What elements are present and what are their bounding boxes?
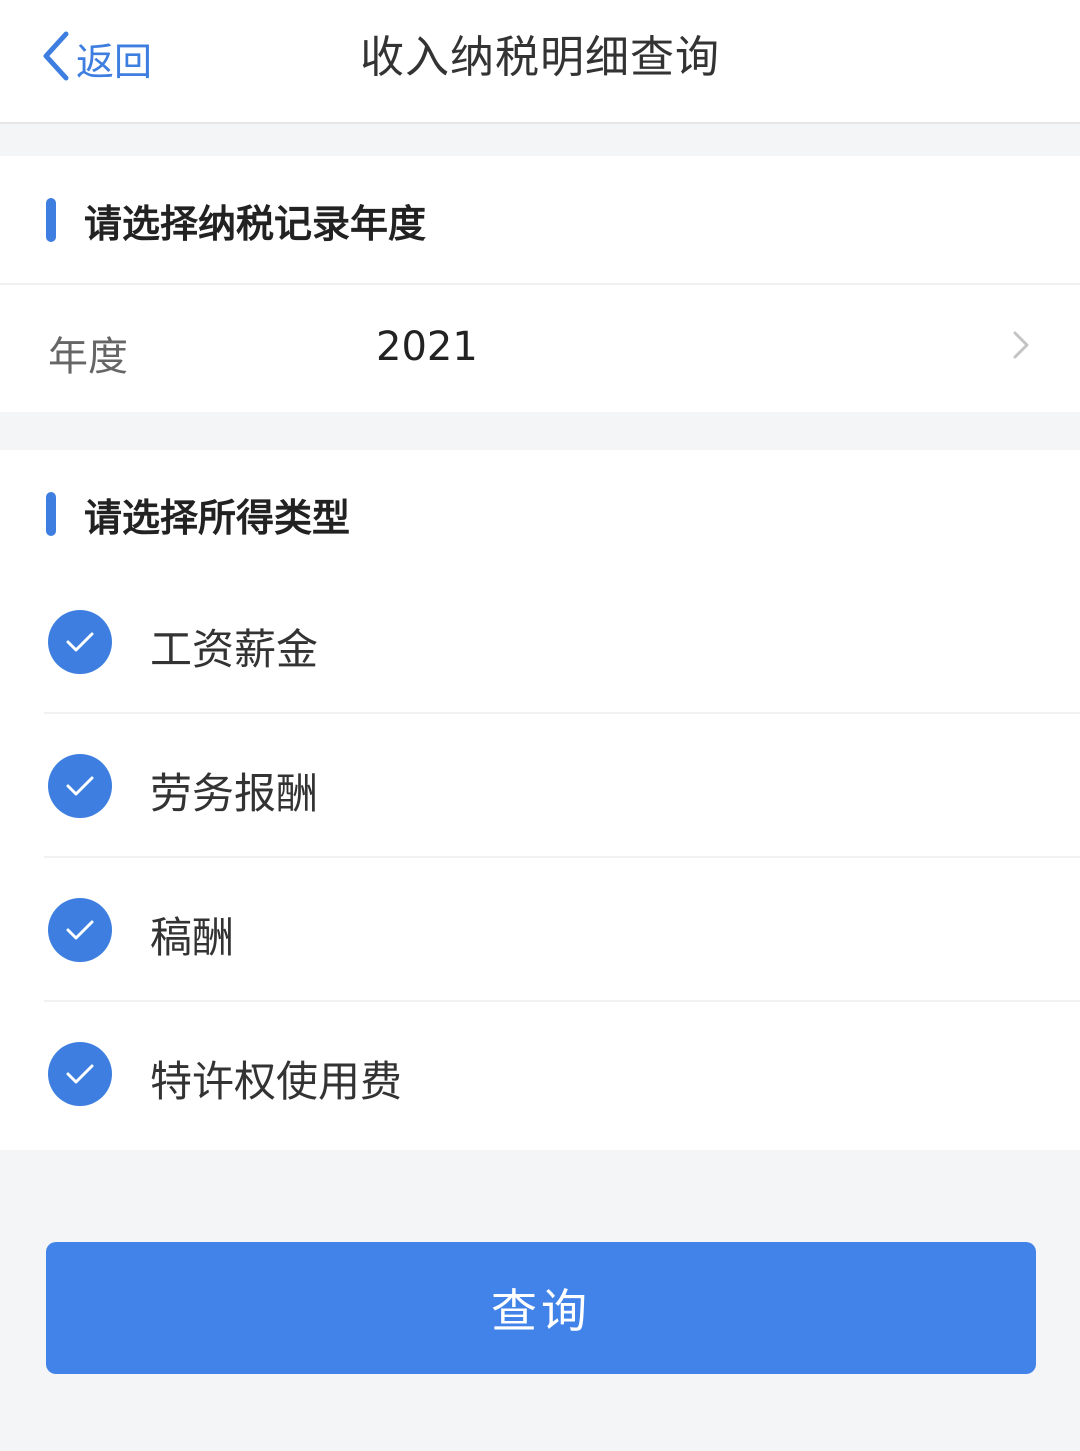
check-circle-icon [48, 898, 112, 962]
year-section-title: 请选择纳税记录年度 [84, 201, 427, 246]
section-accent-bar [46, 492, 56, 536]
chevron-right-icon [1012, 330, 1030, 364]
option-label: 劳务报酬 [150, 769, 319, 818]
check-circle-icon [48, 754, 112, 818]
option-label: 稿酬 [150, 913, 235, 962]
nav-bar: 返回 收入纳税明细查询 [0, 0, 1080, 124]
page-title: 收入纳税明细查询 [360, 32, 720, 83]
option-label: 工资薪金 [150, 625, 319, 674]
check-circle-icon [48, 610, 112, 674]
year-value: 2021 [376, 324, 478, 370]
year-selector[interactable]: 年度 2021 [0, 284, 1080, 412]
year-label: 年度 [48, 334, 128, 380]
option-labor-remuneration[interactable]: 劳务报酬 [0, 714, 1080, 858]
section-accent-bar [46, 198, 56, 242]
type-section-header: 请选择所得类型 [0, 450, 1080, 578]
option-royalties[interactable]: 特许权使用费 [0, 1002, 1080, 1146]
option-label: 特许权使用费 [150, 1057, 403, 1106]
option-salary[interactable]: 工资薪金 [0, 570, 1080, 714]
option-author-remuneration[interactable]: 稿酬 [0, 858, 1080, 1002]
year-section-header: 请选择纳税记录年度 [0, 156, 1080, 284]
check-circle-icon [48, 1042, 112, 1106]
year-section: 请选择纳税记录年度 年度 2021 [0, 156, 1080, 412]
query-button[interactable]: 查询 [46, 1242, 1036, 1374]
income-type-section: 请选择所得类型 工资薪金 劳务报酬 稿酬 特许权使用费 [0, 450, 1080, 1150]
type-section-title: 请选择所得类型 [84, 495, 351, 540]
